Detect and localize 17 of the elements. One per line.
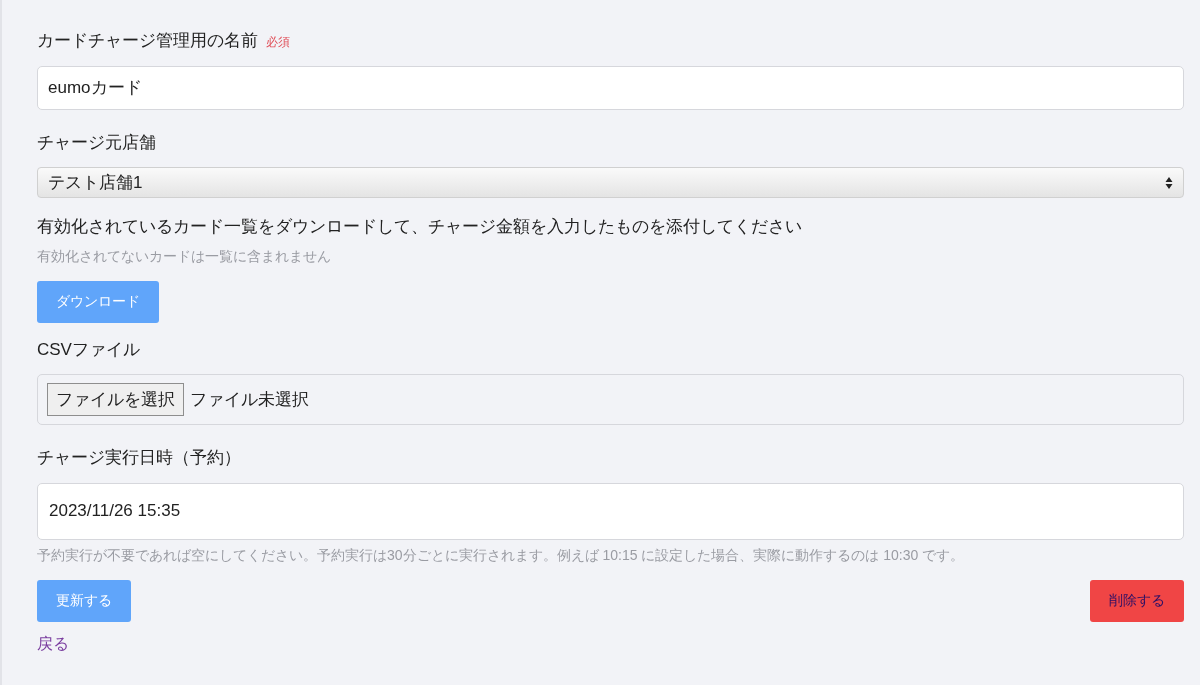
datetime-input-field[interactable]: 2023/11/26 15:35 (37, 482, 1184, 540)
delete-button[interactable]: 削除する (1090, 579, 1184, 622)
required-tag: 必須 (266, 33, 290, 51)
field-label: カードチャージ管理用の名前 (37, 30, 258, 52)
updown-caret-icon (1165, 175, 1173, 190)
name-input-field[interactable]: eumoカード (37, 65, 1184, 110)
field-label: CSVファイル (37, 338, 141, 361)
file-input-field[interactable]: ファイルを選択 ファイル未選択 (37, 374, 1184, 425)
help-text: 予約実行が不要であれば空にしてください。予約実行は30分ごとに実行されます。例えば 10:15 に設定した場合、実際に動作するのは 10:30 です。 (37, 545, 966, 565)
store-select[interactable]: テスト店舗1 (37, 167, 1184, 198)
file-status-text: ファイル未選択 (190, 388, 309, 411)
instruction-text: 有効化されているカード一覧をダウンロードして、チャージ金額を入力したものを添付してください (37, 216, 803, 238)
note-text: 有効化されてないカードは一覧に含まれません (37, 246, 332, 266)
field-label: チャージ実行日時（予約） (37, 447, 242, 469)
choose-file-button[interactable]: ファイルを選択 (47, 382, 184, 417)
back-link[interactable]: 戻る (37, 634, 69, 652)
field-label: チャージ元店舗 (37, 131, 157, 154)
